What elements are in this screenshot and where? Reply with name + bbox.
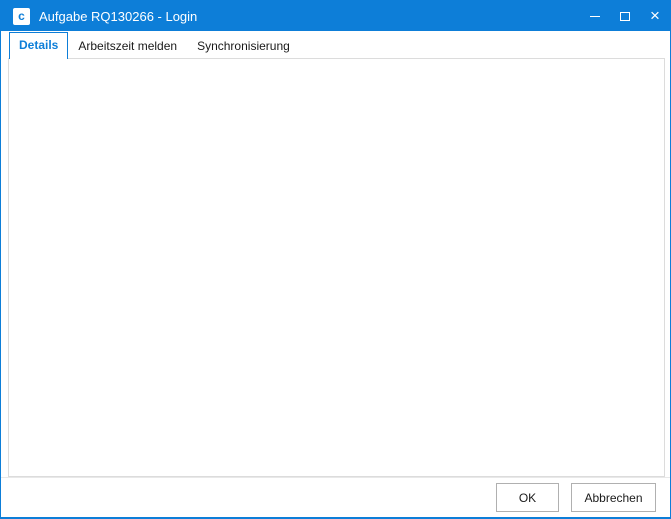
footer-separator xyxy=(1,477,670,478)
tab-details[interactable]: Details xyxy=(9,32,68,59)
window-controls: × xyxy=(580,1,670,31)
close-icon: × xyxy=(650,7,660,24)
close-button[interactable]: × xyxy=(640,1,670,31)
tab-arbeitszeit-melden[interactable]: Arbeitszeit melden xyxy=(68,34,187,58)
tab-page-details xyxy=(8,58,665,477)
titlebar: c Aufgabe RQ130266 - Login × xyxy=(1,1,670,31)
minimize-button[interactable] xyxy=(580,1,610,31)
app-icon: c xyxy=(13,8,30,25)
window-title: Aufgabe RQ130266 - Login xyxy=(39,9,197,24)
tabstrip: Details Arbeitszeit melden Synchronisier… xyxy=(9,32,300,58)
tab-synchronisierung[interactable]: Synchronisierung xyxy=(187,34,300,58)
ok-button[interactable]: OK xyxy=(496,483,559,512)
maximize-button[interactable] xyxy=(610,1,640,31)
maximize-icon xyxy=(620,12,630,21)
task-dialog: c Aufgabe RQ130266 - Login × Details Arb… xyxy=(0,0,671,519)
abbrechen-button[interactable]: Abbrechen xyxy=(571,483,656,512)
minimize-icon xyxy=(590,16,600,17)
